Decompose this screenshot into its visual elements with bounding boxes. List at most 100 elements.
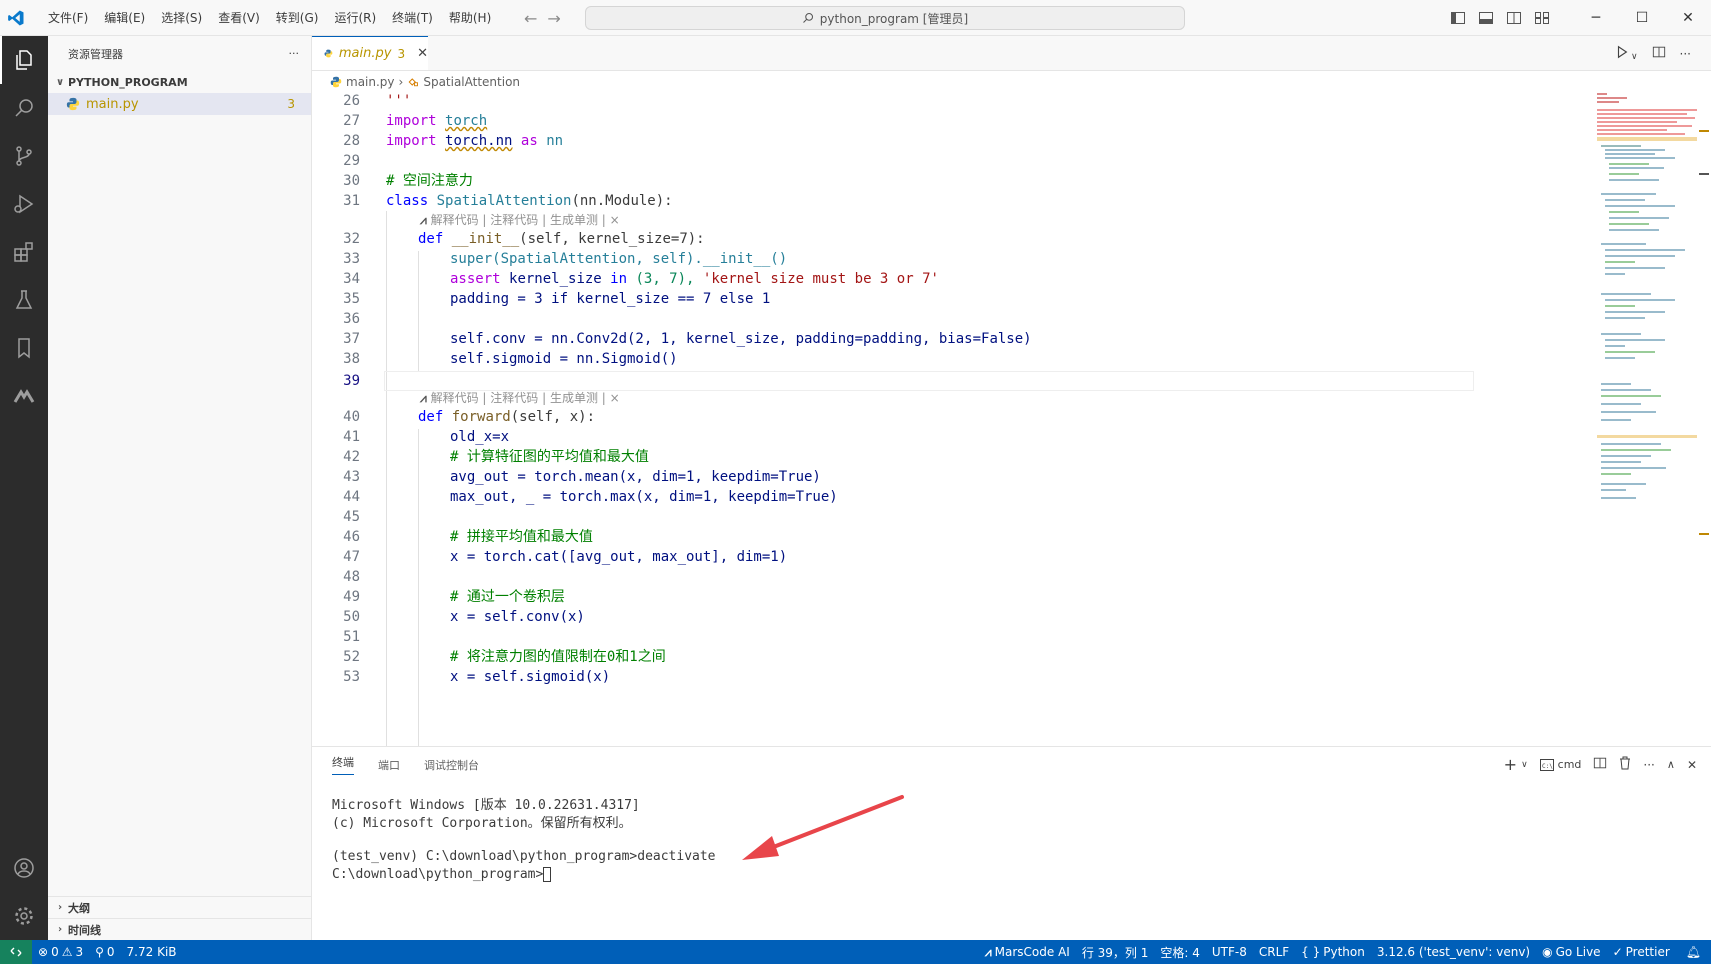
trash-icon[interactable] (1619, 756, 1631, 773)
notifications-bell-icon[interactable]: 🔔︎ (1676, 945, 1711, 959)
line-number: 37 (343, 331, 360, 347)
code-line: 36 (312, 309, 1582, 329)
marscode-activity[interactable] (0, 372, 48, 420)
menu-edit[interactable]: 编辑(E) (96, 0, 153, 36)
code-text: x = self.sigmoid(x) (450, 669, 611, 685)
line-number: 41 (343, 429, 360, 445)
toggle-panel-icon[interactable] (1475, 7, 1497, 29)
codelens-text[interactable]: 解释代码 | 注释代码 | 生成单测 | × (431, 213, 620, 227)
python-interpreter[interactable]: 3.12.6 ('test_venv': venv) (1371, 945, 1536, 959)
line-ending[interactable]: CRLF (1253, 945, 1295, 959)
split-editor-icon[interactable] (1652, 45, 1666, 62)
customize-layout-icon[interactable] (1531, 7, 1553, 29)
tab-debug-console[interactable]: 调试控制台 (424, 757, 479, 773)
tab-ports[interactable]: 端口 (378, 757, 400, 773)
code-line: 49 # 通过一个卷积层 (312, 587, 1582, 607)
menu-help[interactable]: 帮助(H) (441, 0, 499, 36)
ports-indicator[interactable]: ⚲ 0 (89, 945, 120, 959)
shell-name: cmd (1557, 758, 1582, 771)
more-actions-icon[interactable]: ··· (289, 47, 300, 60)
cursor-position[interactable]: 行 39，列 1 (1076, 944, 1155, 961)
marscode-status[interactable]: ⩘ MarsCode AI (979, 945, 1076, 960)
code-comment: # 通过一个卷积层 (450, 589, 565, 605)
ports-count: 0 (106, 945, 115, 959)
outline-label: 大纲 (68, 901, 90, 915)
maximize-button[interactable]: ☐ (1619, 0, 1665, 36)
tab-main-py[interactable]: main.py 3 ✕ (312, 36, 428, 70)
minimap[interactable] (1597, 93, 1697, 746)
bookmarks-activity[interactable] (0, 324, 48, 372)
code-text: (nn.Module): (571, 193, 673, 209)
tab-terminal[interactable]: 终端 (332, 754, 354, 775)
outline-section[interactable]: › 大纲 (48, 896, 312, 918)
code-line: 28 import torch.nn as nn (312, 131, 1582, 151)
minimize-button[interactable]: ─ (1573, 0, 1619, 36)
terminal-cursor (543, 867, 552, 882)
folder-header[interactable]: ∨ PYTHON_PROGRAM (48, 71, 311, 93)
command-center[interactable]: python_program [管理员] (585, 6, 1185, 30)
timeline-section[interactable]: › 时间线 (48, 918, 312, 940)
code-line: 30 # 空间注意力 (312, 171, 1582, 191)
sidebar-title: 资源管理器 (68, 47, 123, 61)
code-keyword: assert (450, 271, 501, 287)
language-mode[interactable]: { } Python (1295, 945, 1371, 959)
run-python-file-icon[interactable]: ∨ (1615, 45, 1638, 62)
title-bar: 文件(F) 编辑(E) 选择(S) 查看(V) 转到(G) 运行(R) 终端(T… (0, 0, 1711, 36)
source-control-activity[interactable] (0, 132, 48, 180)
maximize-panel-icon[interactable]: ∧ (1667, 758, 1675, 771)
testing-activity[interactable] (0, 276, 48, 324)
breadcrumb-symbol[interactable]: SpatialAttention (423, 75, 520, 89)
menu-file[interactable]: 文件(F) (40, 0, 96, 36)
explorer-activity[interactable] (0, 36, 48, 84)
toggle-secondary-sidebar-icon[interactable] (1503, 7, 1525, 29)
manage-activity[interactable] (0, 892, 48, 940)
menu-go[interactable]: 转到(G) (268, 0, 327, 36)
close-icon[interactable]: ✕ (417, 46, 428, 61)
menu-run[interactable]: 运行(R) (326, 0, 384, 36)
run-debug-activity[interactable] (0, 180, 48, 228)
menu-selection[interactable]: 选择(S) (153, 0, 210, 36)
encoding[interactable]: UTF-8 (1206, 945, 1253, 959)
more-actions-icon[interactable]: ··· (1643, 758, 1654, 772)
terminal-line: Microsoft Windows [版本 10.0.22631.4317] (332, 798, 640, 813)
problems-indicator[interactable]: ⊗ 0 ⚠ 3 (32, 945, 89, 959)
code-line: 29 (312, 151, 1582, 171)
codelens[interactable]: ⩘ 解释代码 | 注释代码 | 生成单测 | × (420, 211, 620, 229)
back-arrow-icon[interactable]: ← (524, 9, 537, 28)
codelens-text[interactable]: 解释代码 | 注释代码 | 生成单测 | × (431, 391, 620, 405)
chevron-right-icon: › (57, 924, 63, 935)
search-activity[interactable] (0, 84, 48, 132)
search-icon (802, 12, 813, 23)
code-editor[interactable]: 26 ''' 27 import torch 28 import torch.nn a… (312, 93, 1582, 746)
line-number: 42 (343, 449, 360, 465)
indentation[interactable]: 空格: 4 (1154, 944, 1206, 961)
close-window-button[interactable]: ✕ (1665, 0, 1711, 36)
file-item-main-py[interactable]: main.py 3 (48, 93, 311, 115)
terminal-shell-selector[interactable]: C:\ cmd (1539, 758, 1582, 771)
codelens[interactable]: ⩘ 解释代码 | 注释代码 | 生成单测 | × (420, 389, 620, 407)
code-line: 53 x = self.sigmoid(x) (312, 667, 1582, 687)
files-icon (16, 50, 32, 70)
go-live[interactable]: ◉ Go Live (1536, 945, 1606, 959)
forward-arrow-icon[interactable]: → (547, 9, 560, 28)
new-terminal-icon[interactable]: + (1504, 755, 1517, 774)
close-panel-icon[interactable]: ✕ (1687, 758, 1697, 772)
terminal-output[interactable]: Microsoft Windows [版本 10.0.22631.4317] (c… (332, 797, 716, 884)
go-live-label: Go Live (1555, 945, 1601, 959)
line-number: 36 (343, 311, 360, 327)
remote-indicator[interactable] (0, 940, 32, 964)
editor-scrollbar[interactable] (1697, 93, 1711, 746)
menu-view[interactable]: 查看(V) (210, 0, 268, 36)
more-actions-icon[interactable]: ··· (1680, 47, 1691, 61)
split-terminal-icon[interactable] (1593, 756, 1607, 773)
chevron-down-icon[interactable]: ∨ (1521, 760, 1528, 770)
line-number: 27 (343, 113, 360, 129)
prettier-status[interactable]: ✓ Prettier (1607, 945, 1676, 959)
toggle-primary-sidebar-icon[interactable] (1447, 7, 1469, 29)
menu-terminal[interactable]: 终端(T) (384, 0, 441, 36)
breadcrumb-file[interactable]: main.py (346, 75, 395, 89)
file-name: main.py (86, 96, 139, 112)
extensions-activity[interactable] (0, 228, 48, 276)
accounts-activity[interactable] (0, 844, 48, 892)
line-number: 32 (343, 231, 360, 247)
